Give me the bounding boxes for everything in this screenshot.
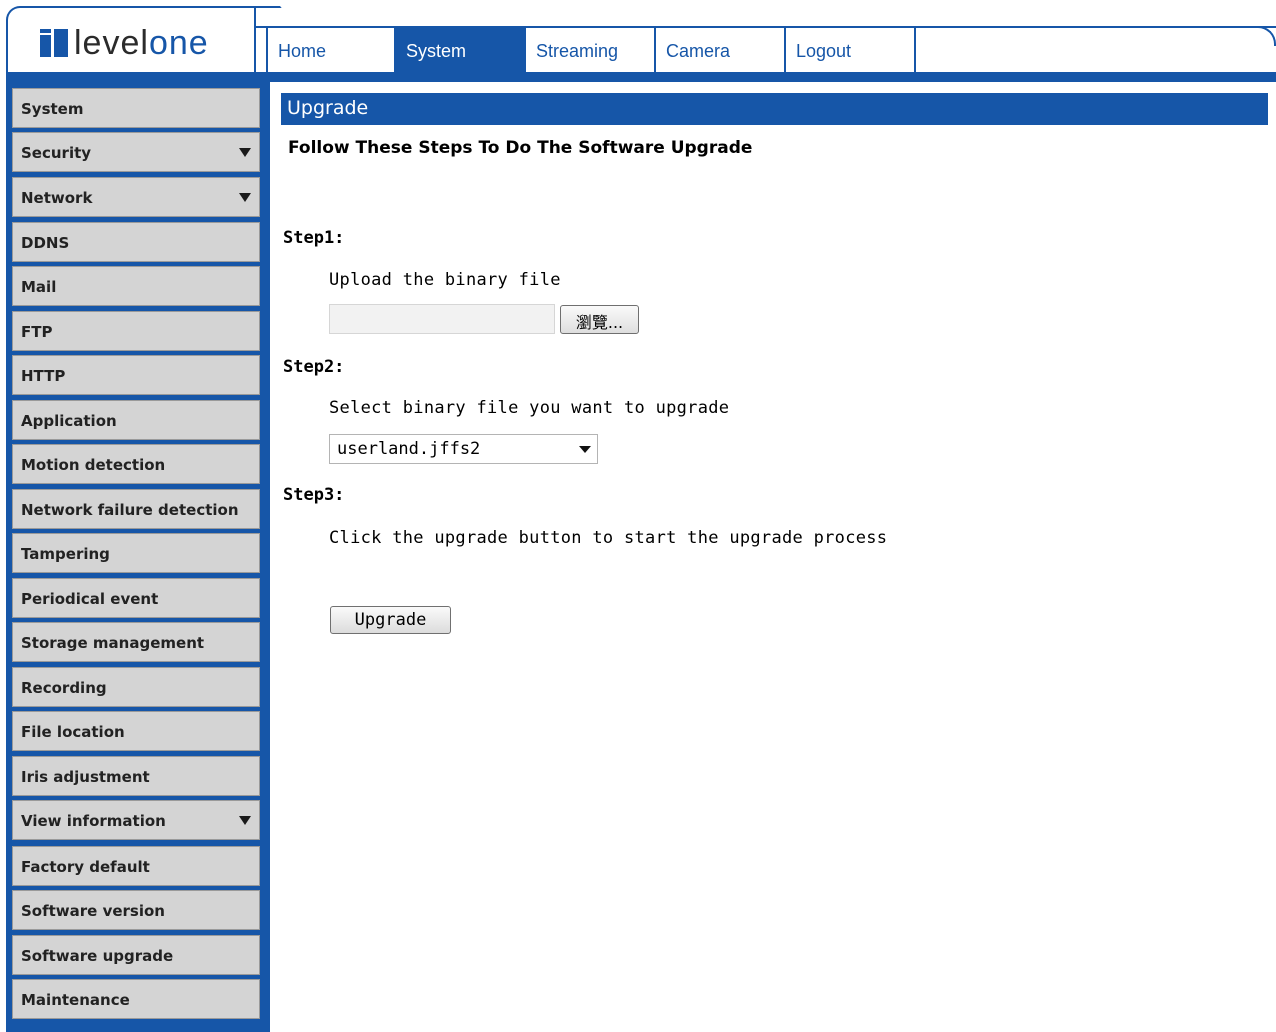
page-title: Upgrade bbox=[281, 93, 1268, 125]
sidebar-item-factory-default[interactable]: Factory default bbox=[12, 846, 260, 886]
sidebar-item-software-version[interactable]: Software version bbox=[12, 890, 260, 930]
step1-label: Step1: bbox=[283, 228, 345, 248]
sidebar-item-network[interactable]: Network bbox=[12, 177, 260, 217]
sidebar: System Security Network DDNS Mail FTP HT… bbox=[6, 82, 270, 1032]
sidebar-item-label: File location bbox=[21, 723, 125, 741]
browse-button[interactable]: 瀏覽... bbox=[560, 305, 639, 334]
sidebar-item-label: Network failure detection bbox=[21, 501, 239, 519]
binary-file-select[interactable]: userland.jffs2 bbox=[329, 434, 598, 464]
sidebar-item-network-failure-detection[interactable]: Network failure detection bbox=[12, 489, 260, 529]
sidebar-item-tampering[interactable]: Tampering bbox=[12, 533, 260, 573]
sidebar-item-label: Software version bbox=[21, 902, 165, 920]
step2-label: Step2: bbox=[283, 357, 345, 377]
sidebar-item-periodical-event[interactable]: Periodical event bbox=[12, 578, 260, 618]
caret-down-icon bbox=[239, 148, 251, 157]
sidebar-item-software-upgrade[interactable]: Software upgrade bbox=[12, 935, 260, 975]
sidebar-item-security[interactable]: Security bbox=[12, 132, 260, 172]
caret-down-icon bbox=[239, 193, 251, 202]
logo-text: levelone bbox=[74, 24, 209, 62]
sidebar-item-file-location[interactable]: File location bbox=[12, 711, 260, 751]
step3-text: Click the upgrade button to start the up… bbox=[329, 528, 888, 548]
sidebar-item-label: Factory default bbox=[21, 858, 150, 876]
sidebar-item-label: Motion detection bbox=[21, 456, 166, 474]
sidebar-item-label: Application bbox=[21, 412, 117, 430]
sidebar-item-label: Software upgrade bbox=[21, 947, 174, 965]
file-path-input[interactable] bbox=[329, 304, 555, 334]
step3-label: Step3: bbox=[283, 485, 345, 505]
sidebar-item-mail[interactable]: Mail bbox=[12, 266, 260, 306]
tab-system[interactable]: System bbox=[396, 28, 526, 72]
sidebar-item-recording[interactable]: Recording bbox=[12, 667, 260, 707]
upgrade-button[interactable]: Upgrade bbox=[330, 606, 451, 634]
nav-bar bbox=[6, 72, 1276, 82]
sidebar-item-label: Recording bbox=[21, 679, 107, 697]
dropdown-arrow-icon bbox=[579, 446, 591, 453]
top-nav-tabs: Home System Streaming Camera Logout bbox=[266, 28, 916, 72]
sidebar-item-iris-adjustment[interactable]: Iris adjustment bbox=[12, 756, 260, 796]
sidebar-item-system[interactable]: System bbox=[12, 88, 260, 128]
header-corner bbox=[1246, 26, 1276, 46]
sidebar-item-label: Security bbox=[21, 144, 92, 162]
tab-streaming[interactable]: Streaming bbox=[526, 28, 656, 72]
tab-logout[interactable]: Logout bbox=[786, 28, 916, 72]
levelone-logo-mark-icon bbox=[40, 29, 68, 57]
sidebar-item-label: Storage management bbox=[21, 634, 205, 652]
sidebar-item-http[interactable]: HTTP bbox=[12, 355, 260, 395]
sidebar-item-ftp[interactable]: FTP bbox=[12, 311, 260, 351]
sidebar-item-label: Maintenance bbox=[21, 991, 130, 1009]
sidebar-item-view-information[interactable]: View information bbox=[12, 800, 260, 840]
sidebar-item-storage-management[interactable]: Storage management bbox=[12, 622, 260, 662]
sidebar-item-application[interactable]: Application bbox=[12, 400, 260, 440]
sidebar-item-label: Iris adjustment bbox=[21, 768, 150, 786]
sidebar-item-label: View information bbox=[21, 812, 166, 830]
logo-tab: levelone bbox=[6, 6, 256, 74]
tab-home[interactable]: Home bbox=[266, 28, 396, 72]
sidebar-item-label: Periodical event bbox=[21, 590, 159, 608]
sidebar-item-label: DDNS bbox=[21, 234, 70, 252]
step1-text: Upload the binary file bbox=[329, 270, 561, 290]
sidebar-item-label: Network bbox=[21, 189, 93, 207]
sidebar-item-label: HTTP bbox=[21, 367, 66, 385]
sidebar-item-motion-detection[interactable]: Motion detection bbox=[12, 444, 260, 484]
step2-text: Select binary file you want to upgrade bbox=[329, 398, 730, 418]
sidebar-item-label: FTP bbox=[21, 323, 53, 341]
levelone-logo: levelone bbox=[40, 26, 209, 60]
binary-file-select-value: userland.jffs2 bbox=[337, 439, 481, 459]
sidebar-item-label: Mail bbox=[21, 278, 57, 296]
sidebar-item-ddns[interactable]: DDNS bbox=[12, 222, 260, 262]
sidebar-item-label: Tampering bbox=[21, 545, 110, 563]
page-subtitle: Follow These Steps To Do The Software Up… bbox=[288, 138, 753, 158]
sidebar-item-label: System bbox=[21, 100, 84, 118]
caret-down-icon bbox=[239, 816, 251, 825]
sidebar-item-maintenance[interactable]: Maintenance bbox=[12, 979, 260, 1019]
tab-camera[interactable]: Camera bbox=[656, 28, 786, 72]
